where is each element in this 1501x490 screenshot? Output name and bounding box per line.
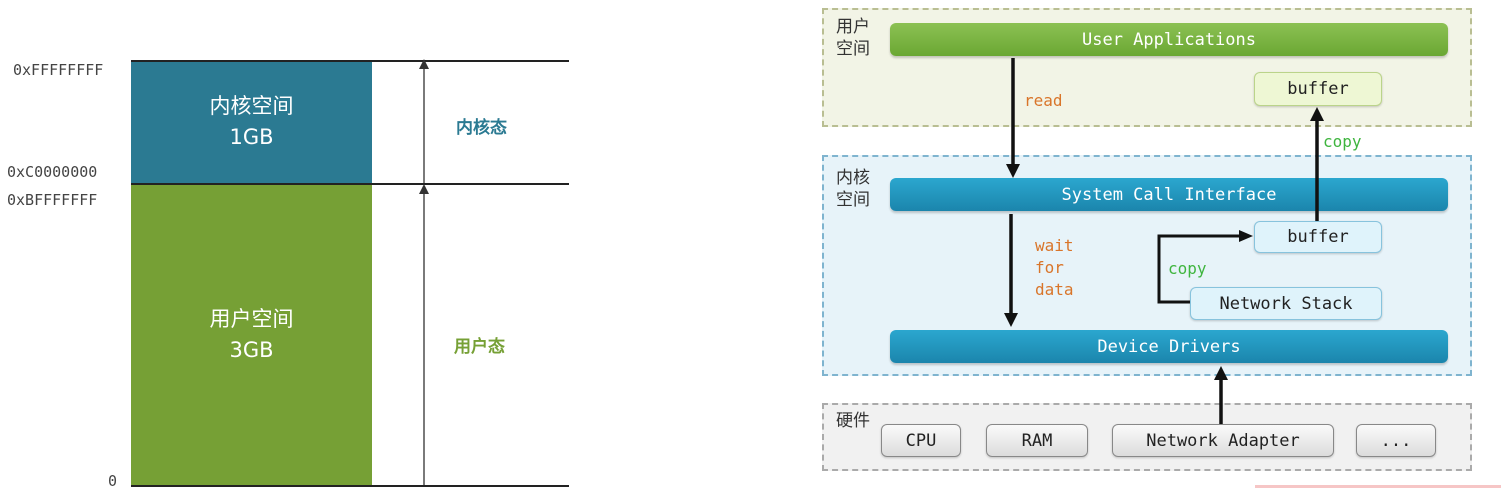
copy-to-user-label: copy — [1323, 132, 1362, 151]
read-label: read — [1024, 91, 1063, 110]
flow-arrows — [1004, 58, 1324, 424]
copy-to-kernel-buffer-label: copy — [1168, 259, 1207, 278]
copy-loop-arrowhead — [1239, 230, 1253, 242]
wait-arrowhead — [1004, 313, 1018, 327]
adapter-arrowhead — [1214, 366, 1228, 380]
wait-for-data-label: wait for data — [1035, 236, 1074, 299]
read-arrowhead — [1006, 164, 1020, 178]
copy-up-arrowhead — [1310, 107, 1324, 121]
